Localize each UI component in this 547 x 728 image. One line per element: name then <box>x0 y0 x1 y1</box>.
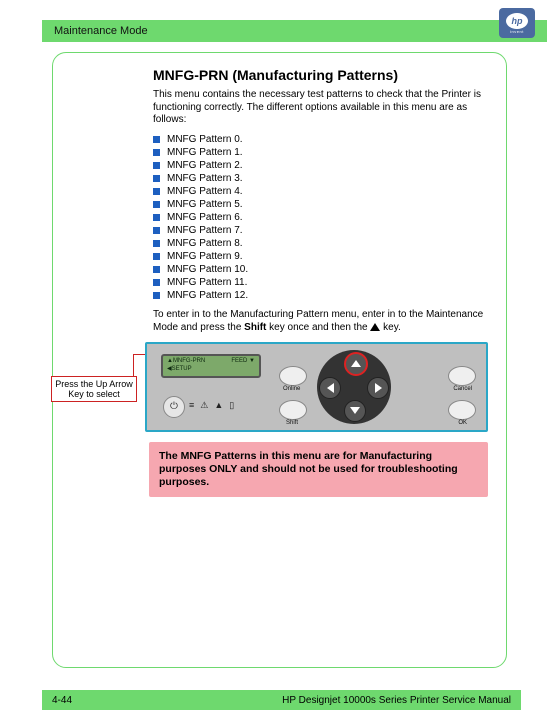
list-item: MNFG Pattern 3. <box>153 172 488 185</box>
ok-button <box>448 400 476 420</box>
online-label: Online <box>283 386 300 392</box>
instr-bold: Shift <box>244 322 266 333</box>
online-button <box>279 366 307 386</box>
manual-title: HP Designjet 10000s Series Printer Servi… <box>282 695 511 706</box>
pattern-list: MNFG Pattern 0. MNFG Pattern 1. MNFG Pat… <box>153 133 488 302</box>
shift-label: Shift <box>286 420 298 426</box>
list-item: MNFG Pattern 0. <box>153 133 488 146</box>
drop-icon: ▲ <box>214 400 223 411</box>
callout-vline <box>133 354 134 378</box>
warning-box: The MNFG Patterns in this menu are for M… <box>149 442 488 497</box>
ok-label: OK <box>458 420 467 426</box>
control-panel-figure: Press the Up Arrow Key to select ▲MNFG-P… <box>145 342 488 432</box>
section-intro: This menu contains the necessary test pa… <box>153 89 488 127</box>
dpad-right <box>367 377 389 399</box>
instruction-text: To enter in to the Manufacturing Pattern… <box>153 308 488 334</box>
callout-box: Press the Up Arrow Key to select <box>51 376 137 403</box>
hp-logo-sub: invent <box>510 29 524 34</box>
hp-logo: hp invent <box>499 8 535 38</box>
page-frame: MNFG-PRN (Manufacturing Patterns) This m… <box>52 52 507 668</box>
instr-post: key. <box>380 322 400 333</box>
dpad-left <box>319 377 341 399</box>
power-button: ⏻ <box>163 396 185 418</box>
list-item: MNFG Pattern 9. <box>153 250 488 263</box>
shift-button <box>279 400 307 420</box>
cancel-button <box>448 366 476 386</box>
dpad-down <box>344 400 366 422</box>
cancel-label: Cancel <box>453 386 472 392</box>
ink-icon: ▯ <box>229 400 234 411</box>
list-item: MNFG Pattern 8. <box>153 237 488 250</box>
warning-icon: ⚠ <box>200 400 208 411</box>
instr-mid: key once and then the <box>266 322 370 333</box>
up-triangle-icon <box>370 323 380 331</box>
printer-panel: ▲MNFG-PRN FEED ▼ ◀SETUP ⏻ ≡ ⚠ ▲ ▯ Online… <box>145 342 488 432</box>
header-bar: Maintenance Mode <box>42 20 547 42</box>
list-item: MNFG Pattern 5. <box>153 198 488 211</box>
lcd-line1-right: FEED ▼ <box>231 358 255 365</box>
list-item: MNFG Pattern 1. <box>153 146 488 159</box>
lines-icon: ≡ <box>189 400 194 411</box>
list-item: MNFG Pattern 10. <box>153 263 488 276</box>
header-title: Maintenance Mode <box>54 25 148 37</box>
hp-logo-text: hp <box>506 13 528 29</box>
list-item: MNFG Pattern 2. <box>153 159 488 172</box>
power-icon: ⏻ <box>170 401 178 412</box>
page-number: 4-44 <box>52 695 72 706</box>
list-item: MNFG Pattern 7. <box>153 224 488 237</box>
list-item: MNFG Pattern 11. <box>153 276 488 289</box>
list-item: MNFG Pattern 12. <box>153 289 488 302</box>
lcd-line2-left: ◀SETUP <box>167 366 192 373</box>
status-icons: ≡ ⚠ ▲ ▯ <box>189 400 234 411</box>
list-item: MNFG Pattern 4. <box>153 185 488 198</box>
lcd-screen: ▲MNFG-PRN FEED ▼ ◀SETUP <box>161 354 261 378</box>
list-item: MNFG Pattern 6. <box>153 211 488 224</box>
dpad-up <box>344 352 368 376</box>
lcd-line1-left: ▲MNFG-PRN <box>167 358 205 365</box>
section-title: MNFG-PRN (Manufacturing Patterns) <box>153 67 488 83</box>
footer-bar: 4-44 HP Designjet 10000s Series Printer … <box>42 690 521 710</box>
dpad <box>317 350 391 424</box>
